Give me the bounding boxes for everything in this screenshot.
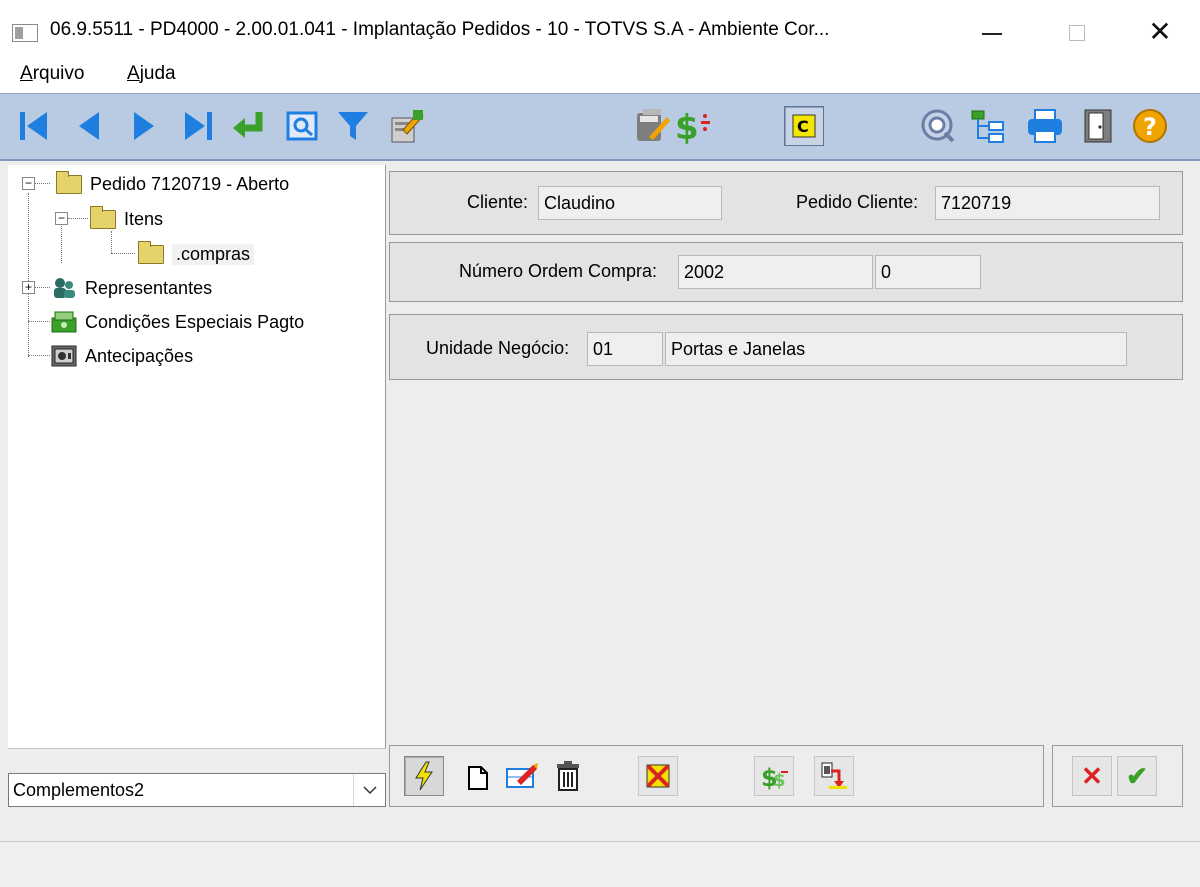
tree-node-condicoes[interactable]: Condições Especiais Pagto — [51, 308, 304, 336]
collapse-pedido-icon[interactable]: − — [22, 177, 35, 190]
tree-node-antecipacoes[interactable]: Antecipações — [51, 342, 193, 370]
tree-node-compras[interactable]: .compras — [138, 240, 255, 268]
tree-view: − Pedido 7120719 - Aberto − Itens .compr… — [8, 165, 386, 749]
last-record-icon[interactable] — [178, 106, 218, 146]
close-button[interactable]: ✕ — [1130, 12, 1190, 52]
pedido-cliente-field[interactable]: 7120719 — [935, 186, 1160, 220]
cancel-x-icon: ✕ — [1081, 760, 1103, 791]
representantes-icon — [51, 276, 77, 300]
folder-icon — [90, 205, 116, 229]
confirm-button[interactable]: ✔ — [1117, 756, 1157, 796]
menu-ajuda-label: juda — [139, 63, 176, 84]
unidade-code-field[interactable]: 01 — [587, 332, 663, 366]
payment-conditions-icon — [51, 310, 77, 334]
maximize-button[interactable] — [1046, 12, 1106, 52]
first-record-icon[interactable] — [14, 106, 54, 146]
cliente-panel: Cliente: Claudino Pedido Cliente: 712071… — [389, 171, 1183, 235]
pedido-cliente-label: Pedido Cliente: — [796, 192, 919, 212]
previous-record-icon[interactable] — [68, 106, 108, 146]
next-record-icon[interactable] — [125, 106, 165, 146]
print-icon[interactable] — [1025, 106, 1065, 146]
unidade-desc-field[interactable]: Portas e Janelas — [665, 332, 1127, 366]
delete-icon[interactable] — [548, 756, 588, 796]
main-content: − Pedido 7120719 - Aberto − Itens .compr… — [0, 161, 1200, 841]
menu-bar: Arquivo Ajuda — [0, 60, 1200, 92]
financial-icon[interactable]: $ $ — [754, 756, 794, 796]
action-toolbar: $ $ — [389, 745, 1044, 807]
folder-icon — [138, 240, 164, 264]
tree-node-label: .compras — [172, 243, 255, 265]
cancel-order-icon[interactable] — [638, 756, 678, 796]
cliente-field[interactable]: Claudino — [538, 186, 722, 220]
tree-node-label: Itens — [124, 208, 164, 229]
copy-order-icon[interactable]: C — [784, 106, 824, 146]
minimize-button[interactable] — [962, 12, 1022, 52]
ordem-compra-panel: Número Ordem Compra: 2002 0 — [389, 242, 1183, 302]
query-icon[interactable] — [918, 106, 958, 146]
menu-arquivo[interactable]: Arquivo — [20, 63, 84, 85]
search-icon[interactable] — [282, 106, 322, 146]
title-bar: 06.9.5511 - PD4000 - 2.00.01.041 - Impla… — [0, 0, 1200, 60]
tree-node-label: Pedido 7120719 - Aberto — [90, 173, 290, 194]
lightning-icon[interactable] — [404, 756, 444, 796]
confirm-check-icon: ✔ — [1126, 760, 1148, 791]
collapse-itens-icon[interactable]: − — [55, 212, 68, 225]
menu-ajuda[interactable]: Ajuda — [127, 63, 176, 85]
calculator-icon[interactable] — [632, 106, 672, 146]
menu-ajuda-hotkey: A — [127, 63, 140, 84]
complementos-select[interactable]: Complementos2 — [8, 773, 386, 807]
tree-structure-icon[interactable] — [968, 106, 1008, 146]
help-icon[interactable]: ? — [1130, 106, 1170, 146]
exit-icon[interactable] — [1078, 106, 1118, 146]
tree-node-itens[interactable]: − Itens — [55, 205, 163, 233]
filter-icon[interactable] — [333, 106, 373, 146]
svg-text:$: $ — [773, 770, 786, 791]
window-title: 06.9.5511 - PD4000 - 2.00.01.041 - Impla… — [50, 19, 830, 40]
menu-arquivo-hotkey: A — [20, 63, 33, 84]
complementos-selected-value: Complementos2 — [13, 780, 145, 800]
new-record-icon[interactable] — [458, 756, 498, 796]
ordem-compra-label: Número Ordem Compra: — [459, 261, 658, 281]
tree-node-label: Representantes — [85, 277, 213, 298]
expand-representantes-icon[interactable]: + — [22, 281, 35, 294]
ordem-compra-seq-field[interactable]: 0 — [875, 255, 981, 289]
cancel-button[interactable]: ✕ — [1072, 756, 1112, 796]
svg-text:$: $ — [675, 108, 699, 145]
tree-node-pedido[interactable]: − Pedido 7120719 - Aberto — [22, 170, 289, 198]
folder-icon — [56, 170, 82, 194]
confirm-toolbar: ✕ ✔ — [1052, 745, 1183, 807]
chevron-down-icon[interactable] — [353, 774, 385, 806]
unidade-negocio-panel: Unidade Negócio: 01 Portas e Janelas — [389, 314, 1183, 380]
status-bar — [0, 841, 1200, 887]
tree-node-label: Antecipações — [85, 345, 194, 366]
edit-record-icon[interactable] — [502, 756, 542, 796]
cliente-label: Cliente: — [467, 192, 529, 212]
help-glyph: ? — [1143, 113, 1157, 141]
tree-node-label: Condições Especiais Pagto — [85, 311, 305, 332]
ordem-compra-field[interactable]: 2002 — [678, 255, 873, 289]
dollar-icon[interactable]: $ — [673, 106, 713, 146]
import-icon[interactable] — [814, 756, 854, 796]
app-icon — [12, 24, 38, 42]
tree-node-representantes[interactable]: + Representantes — [22, 274, 212, 302]
safe-icon — [51, 344, 77, 368]
svg-text:C: C — [797, 117, 809, 136]
goto-icon[interactable] — [228, 106, 268, 146]
menu-arquivo-label: rquivo — [32, 63, 85, 84]
toolbar: $ C ? — [0, 93, 1200, 161]
unidade-negocio-label: Unidade Negócio: — [426, 338, 570, 358]
edit-icon[interactable] — [387, 106, 427, 146]
